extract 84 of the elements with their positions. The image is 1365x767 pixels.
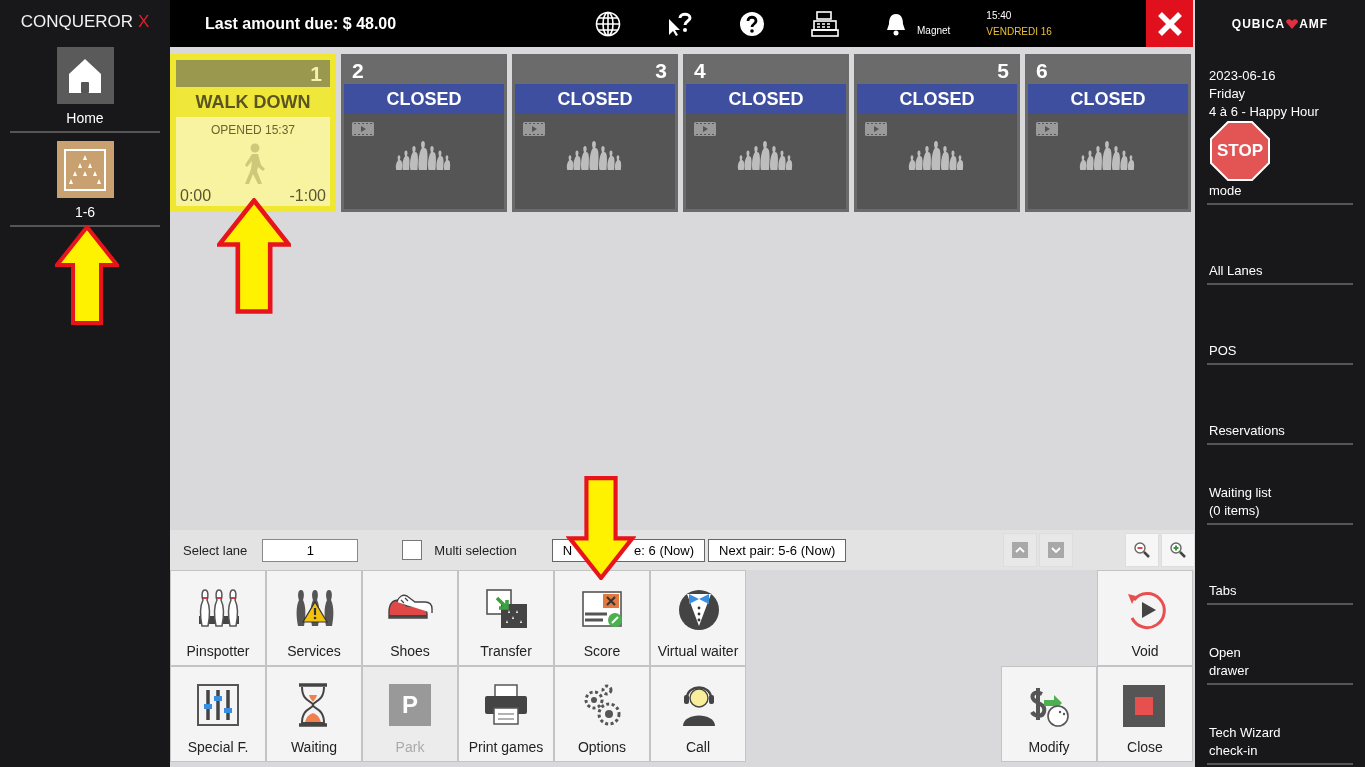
action-button[interactable]: Virtual waiter xyxy=(650,570,746,666)
clock-time: 15:40 xyxy=(986,10,1013,21)
video-icon xyxy=(1036,122,1058,136)
remaining-time: -1:00 xyxy=(289,187,326,205)
logo-text: AMF xyxy=(1299,16,1329,31)
sidebar-item[interactable]: 1-6 xyxy=(10,141,160,227)
amount-due: Last amount due: $ 48.00 xyxy=(205,14,398,33)
lane-number: 5 xyxy=(997,58,1009,83)
parking-icon: P xyxy=(389,684,431,726)
action-button[interactable]: Options xyxy=(554,666,650,762)
home-icon xyxy=(68,57,102,94)
lane-status: CLOSED xyxy=(515,84,675,114)
lane-card[interactable]: 2 CLOSED xyxy=(341,54,507,212)
lane-number: 3 xyxy=(655,58,667,83)
menu-item[interactable]: Tabs xyxy=(1207,525,1353,605)
lane-number: 2 xyxy=(352,58,364,83)
action-button[interactable]: Close xyxy=(1097,666,1193,762)
action-button[interactable]: Void xyxy=(1097,570,1193,666)
zoom-out-button[interactable] xyxy=(1125,533,1159,567)
lane-card[interactable]: 4 CLOSED xyxy=(683,54,849,212)
action-button[interactable]: Services xyxy=(266,570,362,666)
lane-status: CLOSED xyxy=(1028,84,1188,114)
bell-icon xyxy=(885,11,907,36)
action-button[interactable]: Modify xyxy=(1001,666,1097,762)
action-button[interactable]: Score xyxy=(554,570,650,666)
action-button[interactable]: Call xyxy=(650,666,746,762)
menu-item[interactable]: POS xyxy=(1207,285,1353,365)
globe-icon xyxy=(595,10,621,37)
brand-mark: X xyxy=(138,12,150,33)
zoom-in-icon xyxy=(1169,541,1187,559)
lane-field[interactable]: 1 xyxy=(262,538,359,562)
next-pair-button[interactable]: Next pair: 5-6 (Now) xyxy=(708,538,847,562)
user-name: Magnet xyxy=(917,24,951,36)
brand-name: CONQUEROR xyxy=(20,12,134,33)
zoom-out-icon xyxy=(1133,541,1151,559)
menu-item[interactable]: Open drawer xyxy=(1207,605,1353,685)
lane-number: 6 xyxy=(1036,58,1048,83)
lane-card[interactable]: 6 CLOSED xyxy=(1025,54,1191,212)
sidebar-item[interactable]: Home xyxy=(10,47,160,133)
lane-number: 4 xyxy=(694,58,706,83)
stop-sign xyxy=(1210,121,1270,181)
cash-register-icon xyxy=(811,10,839,37)
menu-item[interactable]: Reservations xyxy=(1207,365,1353,445)
lane-number: 1 xyxy=(310,61,322,86)
action-button[interactable]: Print games xyxy=(458,666,554,762)
lane-card[interactable]: 1 WALK DOWN OPENED 15:37 0:00 -1:00 xyxy=(170,54,336,212)
pin-deck-icon xyxy=(63,147,107,192)
pointer-help-icon xyxy=(667,10,693,37)
action-button[interactable]: Waiting xyxy=(266,666,362,762)
action-button[interactable]: Special F. xyxy=(170,666,266,762)
lane-status: CLOSED xyxy=(686,84,846,114)
menu-item[interactable]: Tech Wizard check-in xyxy=(1207,685,1353,765)
video-icon xyxy=(865,122,887,136)
video-icon xyxy=(694,122,716,136)
chevron-up-icon xyxy=(1012,542,1028,558)
lane-card[interactable]: 5 CLOSED xyxy=(854,54,1020,212)
menu-item[interactable]: All Lanes xyxy=(1207,205,1353,285)
action-button[interactable]: Pinspotter xyxy=(170,570,266,666)
zoom-in-button[interactable] xyxy=(1161,533,1195,567)
action-button[interactable]: Transfer xyxy=(458,570,554,666)
close-button[interactable] xyxy=(1146,0,1193,47)
date-text: 4 à 6 - Happy Hour xyxy=(1209,103,1320,121)
heart-icon xyxy=(1286,18,1299,29)
stop-text: STOP xyxy=(1217,141,1263,161)
video-icon xyxy=(352,122,374,136)
chevron-down-icon xyxy=(1048,542,1064,558)
logo-text: QUBICA xyxy=(1231,16,1286,31)
multi-selection-label: Multi selection xyxy=(434,542,517,558)
help-icon xyxy=(739,10,765,37)
clock-day: VENDREDI 16 xyxy=(986,26,1052,37)
opened-time: OPENED 15:37 xyxy=(210,123,295,137)
lane-status: CLOSED xyxy=(857,84,1017,114)
video-icon xyxy=(523,122,545,136)
lane-card[interactable]: 3 CLOSED xyxy=(512,54,678,212)
date-text: Friday xyxy=(1209,85,1247,103)
multi-selection-checkbox[interactable] xyxy=(402,540,423,560)
select-lane-label: Select lane xyxy=(183,542,248,558)
close-icon xyxy=(1156,10,1183,37)
lane-status: CLOSED xyxy=(344,84,504,114)
elapsed-time: 0:00 xyxy=(180,187,212,205)
menu-item[interactable]: Waiting list (0 items) xyxy=(1207,445,1353,525)
lane-status: WALK DOWN xyxy=(176,87,330,117)
date-text: 2023-06-16 xyxy=(1209,67,1277,85)
action-button[interactable]: Shoes xyxy=(362,570,458,666)
